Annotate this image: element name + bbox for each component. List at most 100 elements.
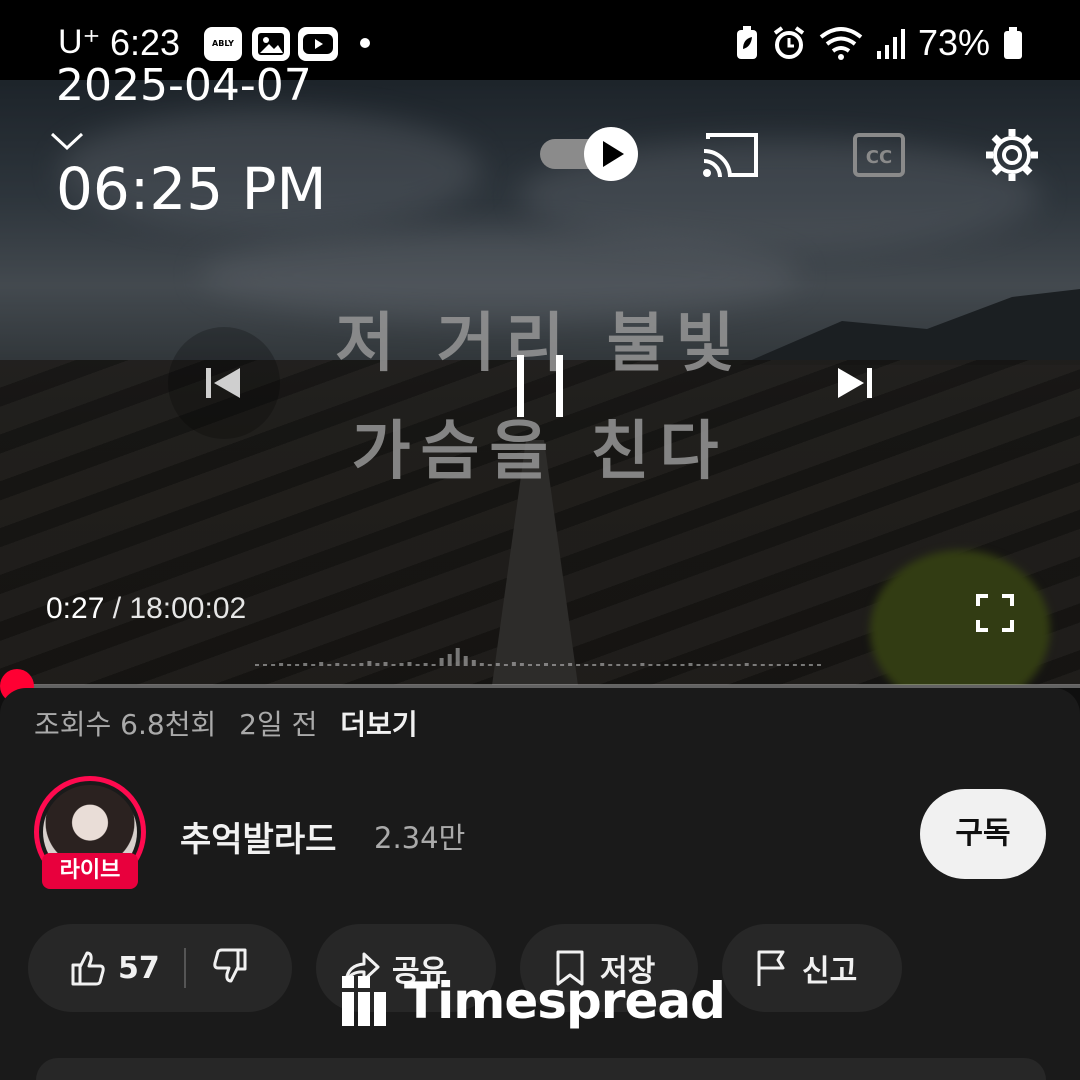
waveform-bar — [431, 664, 436, 666]
waveform-bar — [383, 662, 388, 666]
waveform-bar — [560, 664, 565, 666]
waveform-bar — [463, 656, 468, 666]
waveform-bar — [760, 664, 765, 666]
svg-text:CC: CC — [866, 147, 892, 168]
skip-next-icon — [838, 368, 872, 398]
waveform-bar — [608, 664, 613, 666]
waveform-bar — [359, 663, 364, 666]
waveform-bar — [399, 663, 404, 666]
waveform-bar — [455, 648, 460, 666]
waveform-bar — [495, 663, 500, 666]
waveform-bar — [704, 664, 709, 666]
waveform-bar — [696, 664, 701, 666]
waveform-bar — [367, 661, 372, 666]
waveform-bar — [287, 664, 292, 666]
waveform-bar — [375, 663, 380, 666]
channel-name[interactable]: 추억발라드 — [180, 812, 336, 861]
audio-waveform — [255, 648, 821, 666]
current-time: 0:27 — [46, 592, 105, 625]
pause-icon — [517, 355, 563, 417]
signal-icon — [876, 29, 905, 59]
captions-icon[interactable]: CC — [850, 125, 910, 185]
waveform-bar — [311, 664, 316, 666]
thumbs-up-icon — [71, 951, 105, 986]
subscribe-button[interactable]: 구독 — [920, 789, 1046, 879]
waveform-bar — [263, 664, 267, 666]
settings-gear-icon[interactable] — [982, 125, 1042, 185]
cast-icon[interactable] — [700, 125, 760, 185]
comments-card[interactable] — [36, 1058, 1046, 1080]
fullscreen-icon[interactable] — [974, 592, 1016, 634]
waveform-bar — [800, 664, 805, 666]
waveform-bar — [712, 664, 717, 666]
waveform-bar — [776, 664, 781, 666]
next-button[interactable] — [800, 327, 912, 439]
previous-button[interactable] — [168, 327, 280, 439]
waveform-bar — [744, 663, 749, 666]
waveform-bar — [391, 664, 396, 666]
waveform-bar — [616, 664, 621, 666]
waveform-bar — [519, 663, 524, 666]
report-label: 신고 — [802, 954, 858, 989]
waveform-bar — [544, 663, 548, 666]
waveform-bar — [511, 662, 516, 666]
waveform-bar — [279, 663, 284, 666]
waveform-bar — [584, 664, 589, 666]
skip-previous-icon — [206, 368, 240, 398]
waveform-bar — [327, 664, 332, 666]
autoplay-toggle[interactable] — [540, 127, 638, 181]
time-separator: / — [112, 592, 122, 625]
waveform-bar — [656, 664, 661, 666]
waveform-bar — [648, 664, 653, 666]
waveform-bar — [528, 664, 532, 666]
waveform-bar — [295, 664, 300, 666]
waveform-bar — [271, 664, 276, 666]
waveform-bar — [720, 664, 725, 666]
status-clock: 6:23 — [110, 22, 181, 63]
pause-button[interactable] — [470, 320, 610, 450]
waveform-bar — [664, 664, 669, 666]
waveform-bar — [576, 664, 581, 666]
waveform-bar — [688, 663, 693, 666]
notification-dot — [360, 38, 370, 48]
waveform-bar — [423, 663, 428, 666]
live-badge: 라이브 — [42, 853, 138, 889]
collapse-chevron-icon[interactable] — [50, 130, 84, 154]
waveform-bar — [479, 663, 484, 666]
pill-divider — [183, 948, 186, 988]
autoplay-knob — [584, 127, 638, 181]
waveform-bar — [447, 654, 452, 666]
waveform-bar — [672, 664, 677, 666]
status-right: 73% — [734, 22, 1024, 64]
carrier-label: U⁺ — [58, 23, 101, 61]
waveform-bar — [415, 664, 420, 666]
play-icon — [603, 141, 624, 167]
waveform-bar — [487, 664, 492, 666]
overlay-date: 2025-04-07 — [56, 60, 312, 111]
ably-app-icon: ABLY — [204, 27, 242, 61]
waveform-bar — [335, 663, 340, 666]
more-link[interactable]: 더보기 — [340, 708, 417, 741]
subscriber-count: 2.34만 — [374, 821, 466, 855]
watermark-text: Timespread — [404, 972, 726, 1030]
waveform-bar — [784, 664, 789, 666]
waveform-bar — [808, 664, 813, 666]
video-meta-row[interactable]: 조회수 6.8천회 2일 전 더보기 — [34, 703, 432, 743]
waveform-bar — [407, 662, 412, 666]
battery-icon — [1004, 27, 1022, 59]
waveform-bar — [632, 664, 637, 666]
thumbs-down-icon — [213, 948, 247, 983]
dislike-button[interactable] — [210, 946, 260, 990]
report-button[interactable]: 신고 — [722, 924, 902, 1012]
youtube-icon — [298, 27, 338, 61]
battery-percent: 73% — [917, 22, 990, 63]
waveform-bar — [536, 664, 540, 666]
waveform-bar — [552, 664, 556, 666]
waveform-bar — [624, 664, 629, 666]
waveform-bar — [255, 664, 259, 666]
upload-age: 2일 전 — [239, 708, 318, 741]
like-button[interactable]: 57 — [68, 948, 160, 988]
waveform-bar — [471, 660, 476, 666]
waveform-bar — [640, 663, 645, 666]
waveform-bar — [752, 664, 757, 666]
